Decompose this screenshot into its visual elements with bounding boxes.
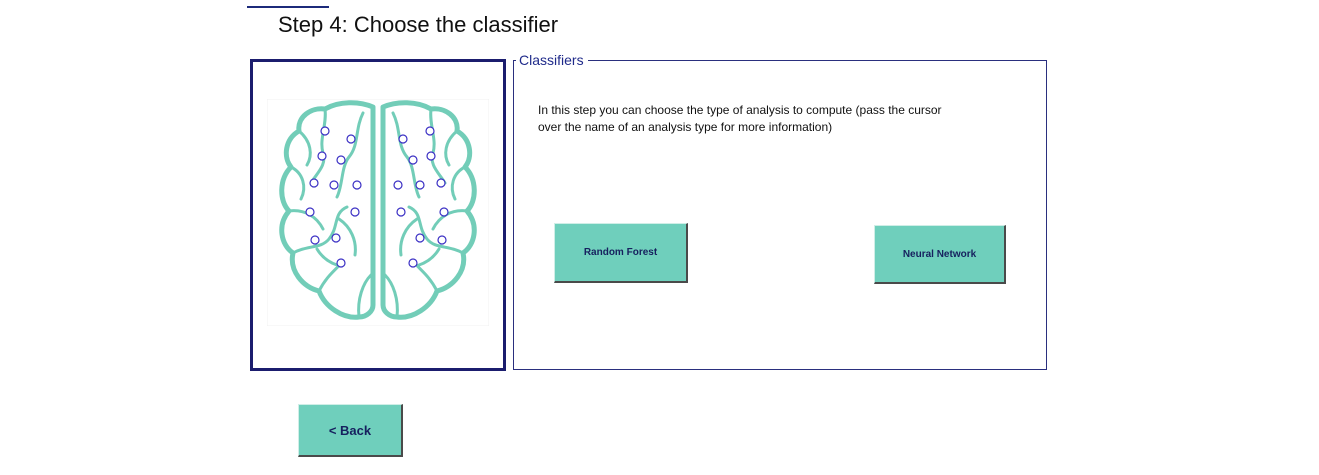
- back-button[interactable]: < Back: [298, 404, 403, 457]
- wizard-page: Step 4: Choose the classifier Classifier…: [0, 0, 1319, 475]
- classifier-description: In this step you can choose the type of …: [538, 103, 942, 134]
- header-accent-line: [247, 6, 329, 8]
- random-forest-button[interactable]: Random Forest: [554, 223, 688, 283]
- illustration-frame: [250, 59, 506, 371]
- classifiers-legend: Classifiers: [519, 52, 584, 68]
- brain-network-icon: [267, 99, 489, 326]
- neural-network-button[interactable]: Neural Network: [874, 225, 1006, 284]
- page-title: Step 4: Choose the classifier: [278, 12, 559, 37]
- classifiers-group: Classifiers In this step you can choose …: [513, 52, 1047, 370]
